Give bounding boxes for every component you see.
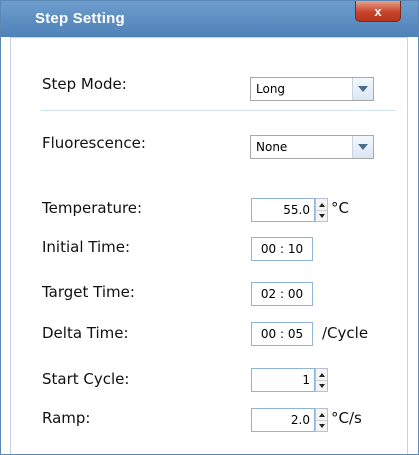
- close-button[interactable]: x: [355, 1, 401, 22]
- chevron-down-icon: [358, 86, 368, 92]
- delta-time-label: Delta Time:: [42, 324, 129, 342]
- arrow-down-icon: [318, 423, 325, 428]
- initial-time-label: Initial Time:: [42, 238, 131, 256]
- arrow-down-icon: [318, 383, 325, 388]
- step-mode-value: Long: [256, 82, 286, 96]
- step-mode-dropdown[interactable]: Long: [250, 77, 374, 101]
- step-mode-dropdown-button[interactable]: [352, 78, 373, 100]
- step-setting-dialog: Step Setting x Step Mode: Long Fluoresce…: [0, 0, 419, 455]
- separator: [41, 110, 396, 111]
- target-time-label: Target Time:: [42, 283, 135, 301]
- ramp-spinner[interactable]: [315, 408, 328, 432]
- start-cycle-spinner[interactable]: [315, 368, 328, 392]
- temperature-decrement-button[interactable]: [316, 210, 327, 221]
- ramp-decrement-button[interactable]: [316, 420, 327, 431]
- ramp-unit: °C/s: [331, 409, 362, 427]
- close-icon: x: [374, 3, 382, 19]
- start-cycle-value: 1: [302, 373, 310, 387]
- ramp-label: Ramp:: [42, 409, 91, 427]
- arrow-up-icon: [318, 202, 325, 207]
- temperature-value: 55.0: [283, 203, 310, 217]
- ramp-value: 2.0: [290, 413, 310, 427]
- dialog-body: Step Mode: Long Fluorescence: None Tempe…: [10, 37, 408, 454]
- start-cycle-decrement-button[interactable]: [316, 380, 327, 391]
- initial-time-value: 00 : 10: [260, 242, 304, 256]
- ramp-input[interactable]: 2.0: [251, 408, 315, 432]
- title-bar[interactable]: Step Setting x: [1, 1, 418, 37]
- initial-time-input[interactable]: 00 : 10: [251, 237, 313, 261]
- step-mode-label: Step Mode:: [42, 75, 127, 93]
- delta-time-value: 00 : 05: [260, 327, 304, 341]
- fluorescence-dropdown[interactable]: None: [250, 135, 374, 159]
- dialog-title: Step Setting: [35, 10, 125, 27]
- temperature-spinner[interactable]: [315, 198, 328, 222]
- temperature-label: Temperature:: [42, 199, 143, 217]
- fluorescence-dropdown-button[interactable]: [352, 136, 373, 158]
- target-time-value: 02 : 00: [260, 287, 304, 301]
- chevron-down-icon: [358, 144, 368, 150]
- start-cycle-input[interactable]: 1: [251, 368, 315, 392]
- temperature-unit: °C: [331, 199, 349, 217]
- temperature-input[interactable]: 55.0: [251, 198, 315, 222]
- arrow-up-icon: [318, 412, 325, 417]
- start-cycle-label: Start Cycle:: [42, 370, 130, 388]
- fluorescence-label: Fluorescence:: [42, 134, 146, 152]
- arrow-down-icon: [318, 213, 325, 218]
- arrow-up-icon: [318, 372, 325, 377]
- target-time-input[interactable]: 02 : 00: [251, 282, 313, 306]
- fluorescence-value: None: [256, 140, 288, 154]
- delta-time-input[interactable]: 00 : 05: [251, 322, 313, 346]
- delta-time-unit: /Cycle: [322, 324, 369, 342]
